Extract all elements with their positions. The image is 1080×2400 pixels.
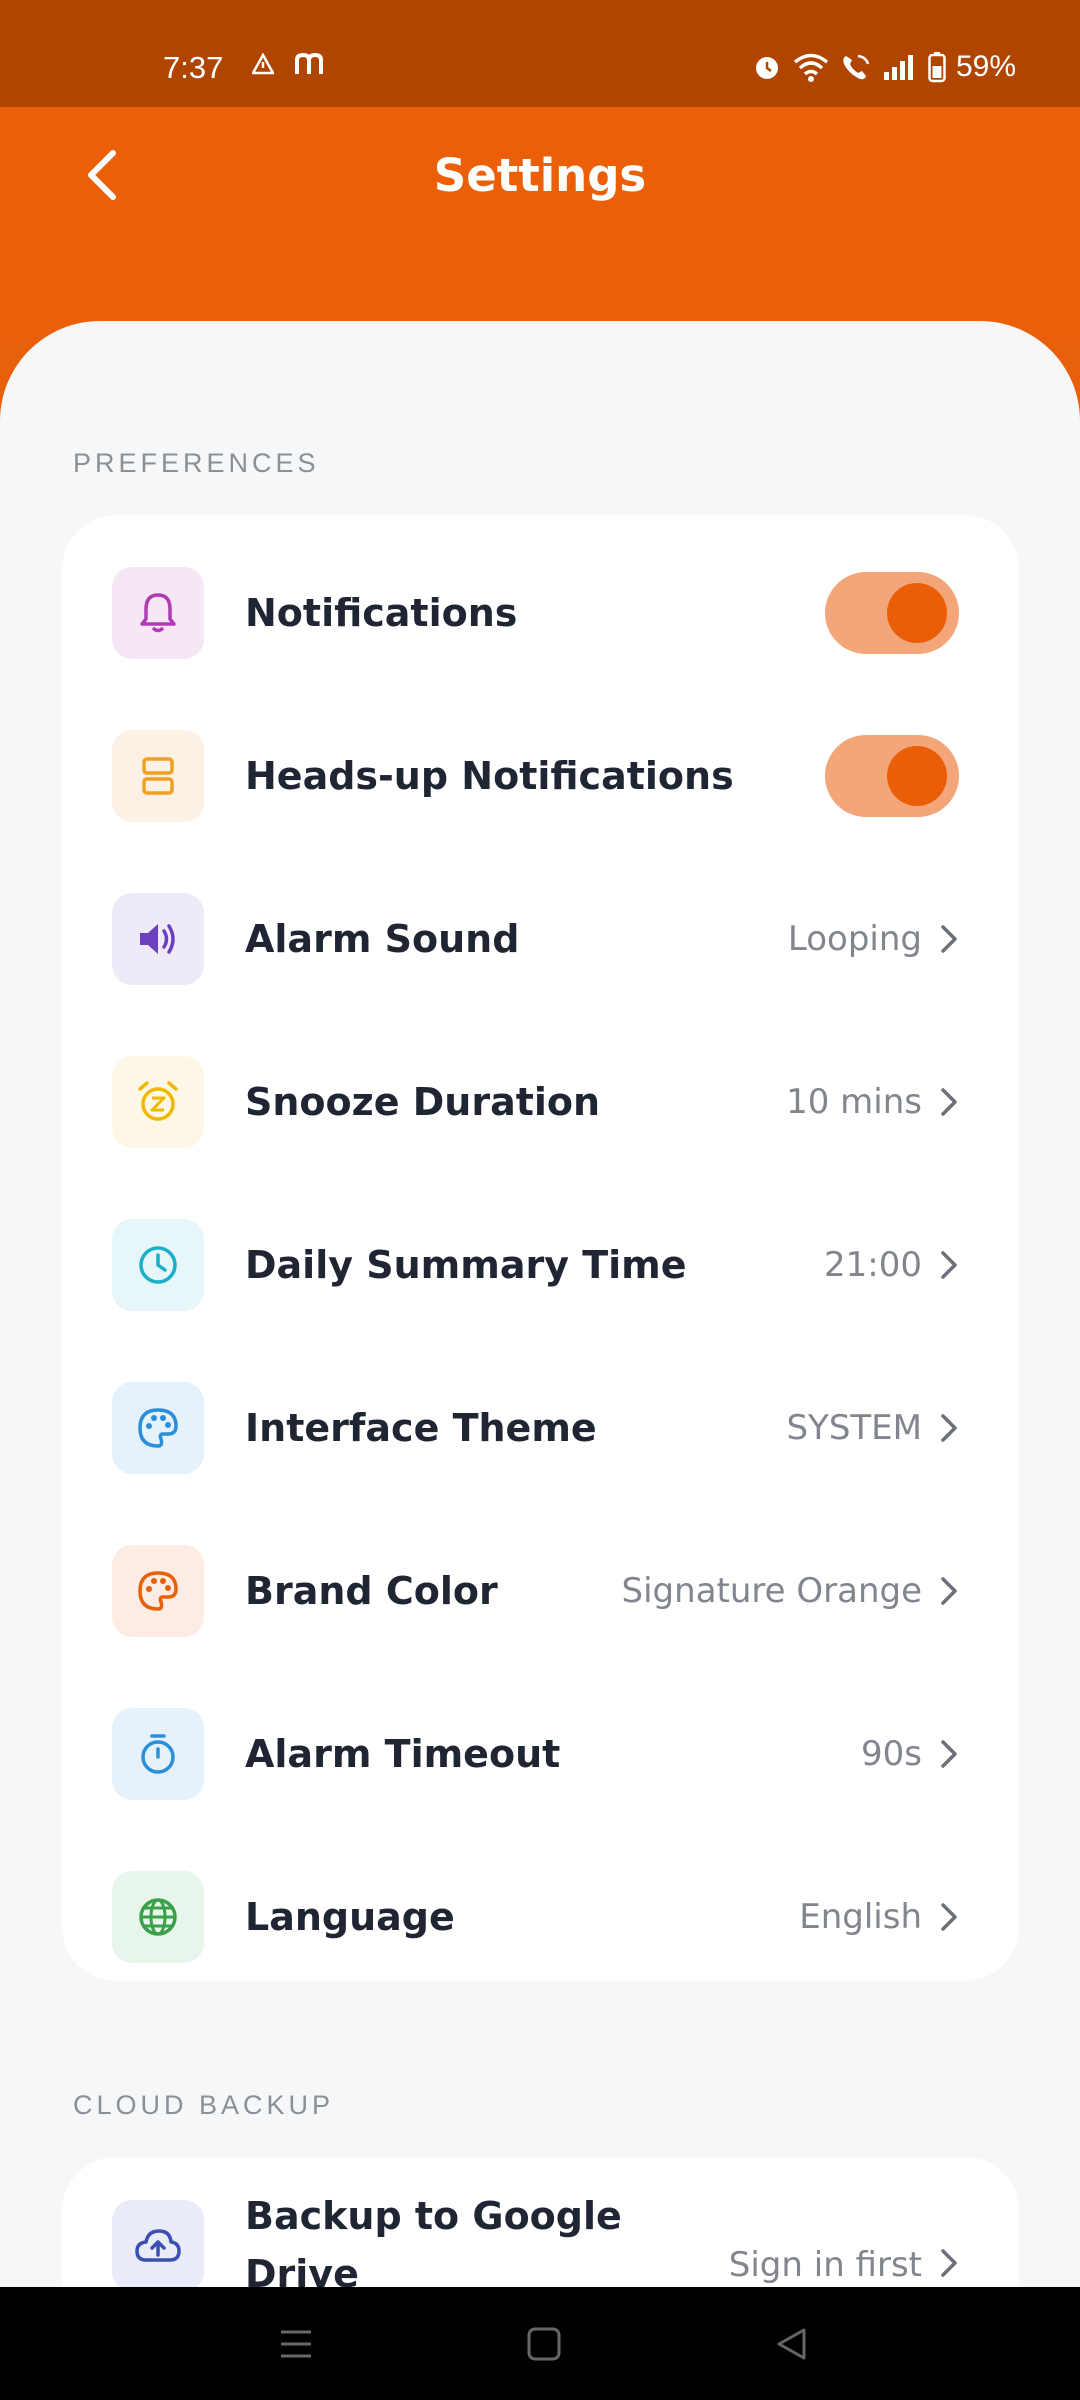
signal-icon	[883, 55, 913, 80]
app-header: Settings	[0, 107, 1080, 337]
menu-icon	[281, 2330, 311, 2358]
snooze-alarm-icon	[112, 1055, 204, 1148]
setting-row-alarm-sound[interactable]: Alarm Sound Looping	[62, 857, 1019, 1020]
status-notification-icons	[252, 52, 324, 76]
snooze-label: Snooze Duration	[245, 1079, 601, 1124]
backup-label: Backup to Google Drive	[245, 2187, 622, 2303]
setting-row-alarm-timeout[interactable]: Alarm Timeout 90s	[62, 1672, 1019, 1835]
toggle-knob	[887, 582, 947, 643]
globe-icon	[112, 1870, 204, 1963]
heads-up-label: Heads-up Notifications	[245, 753, 734, 798]
home-square-icon	[527, 2327, 561, 2361]
section-label-cloud-backup: CLOUD BACKUP	[73, 2090, 335, 2120]
alarm-timeout-label: Alarm Timeout	[245, 1731, 561, 1776]
alarm-sound-value: Looping	[787, 918, 922, 959]
back-triangle-icon	[777, 2328, 806, 2360]
notifications-toggle[interactable]	[825, 571, 959, 654]
chevron-right-icon	[941, 1250, 957, 1279]
status-bar: 7:37 59%	[0, 0, 1080, 107]
daily-summary-label: Daily Summary Time	[245, 1242, 687, 1287]
notifications-label: Notifications	[245, 590, 518, 635]
battery-icon	[928, 52, 946, 83]
warning-icon	[252, 53, 274, 75]
chevron-right-icon	[941, 2249, 957, 2277]
alarm-timeout-value: 90s	[861, 1733, 922, 1774]
palette-icon	[112, 1544, 204, 1637]
preferences-card: Notifications Heads-up Notifications Ala…	[62, 515, 1019, 1981]
brand-color-value: Signature Orange	[621, 1570, 922, 1611]
chevron-right-icon	[941, 1576, 957, 1605]
speaker-icon	[112, 892, 204, 985]
chevron-right-icon	[941, 1087, 957, 1116]
chevron-right-icon	[941, 1739, 957, 1768]
brand-color-label: Brand Color	[245, 1568, 498, 1613]
home-button[interactable]	[522, 2322, 566, 2366]
back-nav-button[interactable]	[770, 2322, 814, 2366]
heads-up-icon	[112, 729, 204, 822]
status-time: 7:37	[163, 50, 224, 85]
setting-row-brand-color[interactable]: Brand Color Signature Orange	[62, 1509, 1019, 1672]
wifi-call-icon	[843, 54, 870, 80]
alarm-sound-label: Alarm Sound	[245, 916, 520, 961]
wifi-icon	[793, 53, 829, 82]
system-nav-bar	[0, 2287, 1080, 2400]
backup-value: Sign in first	[728, 2245, 922, 2285]
chevron-right-icon	[941, 1902, 957, 1931]
m-app-icon	[295, 52, 323, 74]
setting-row-interface-theme[interactable]: Interface Theme SYSTEM	[62, 1346, 1019, 1509]
clock-icon	[112, 1218, 204, 1311]
setting-row-notifications[interactable]: Notifications	[62, 531, 1019, 694]
palette-icon	[112, 1381, 204, 1474]
theme-value: SYSTEM	[786, 1407, 922, 1448]
recents-button[interactable]	[274, 2322, 318, 2366]
setting-row-heads-up-notifications[interactable]: Heads-up Notifications	[62, 694, 1019, 857]
chevron-right-icon	[941, 924, 957, 953]
backup-label-line1: Backup to Google	[245, 2194, 622, 2238]
language-value: English	[799, 1896, 922, 1937]
section-label-preferences: PREFERENCES	[73, 448, 320, 478]
heads-up-toggle[interactable]	[825, 734, 959, 817]
language-label: Language	[245, 1894, 455, 1939]
setting-row-snooze-duration[interactable]: Snooze Duration 10 mins	[62, 1020, 1019, 1183]
status-system-icons: 59%	[752, 50, 1016, 84]
setting-row-language[interactable]: Language English	[62, 1835, 1019, 1998]
battery-percent: 59%	[955, 50, 1016, 83]
page-title: Settings	[433, 149, 647, 202]
chevron-right-icon	[941, 1413, 957, 1442]
stopwatch-icon	[112, 1707, 204, 1800]
toggle-knob	[887, 745, 947, 806]
cloud-upload-icon	[112, 2200, 204, 2292]
bell-icon	[112, 566, 204, 659]
alarm-icon	[755, 57, 778, 79]
theme-label: Interface Theme	[245, 1405, 597, 1450]
settings-content: PREFERENCES Notifications Heads-up Notif…	[0, 321, 1080, 2400]
daily-summary-value: 21:00	[824, 1244, 922, 1285]
setting-row-daily-summary-time[interactable]: Daily Summary Time 21:00	[62, 1183, 1019, 1346]
snooze-value: 10 mins	[786, 1081, 922, 1122]
